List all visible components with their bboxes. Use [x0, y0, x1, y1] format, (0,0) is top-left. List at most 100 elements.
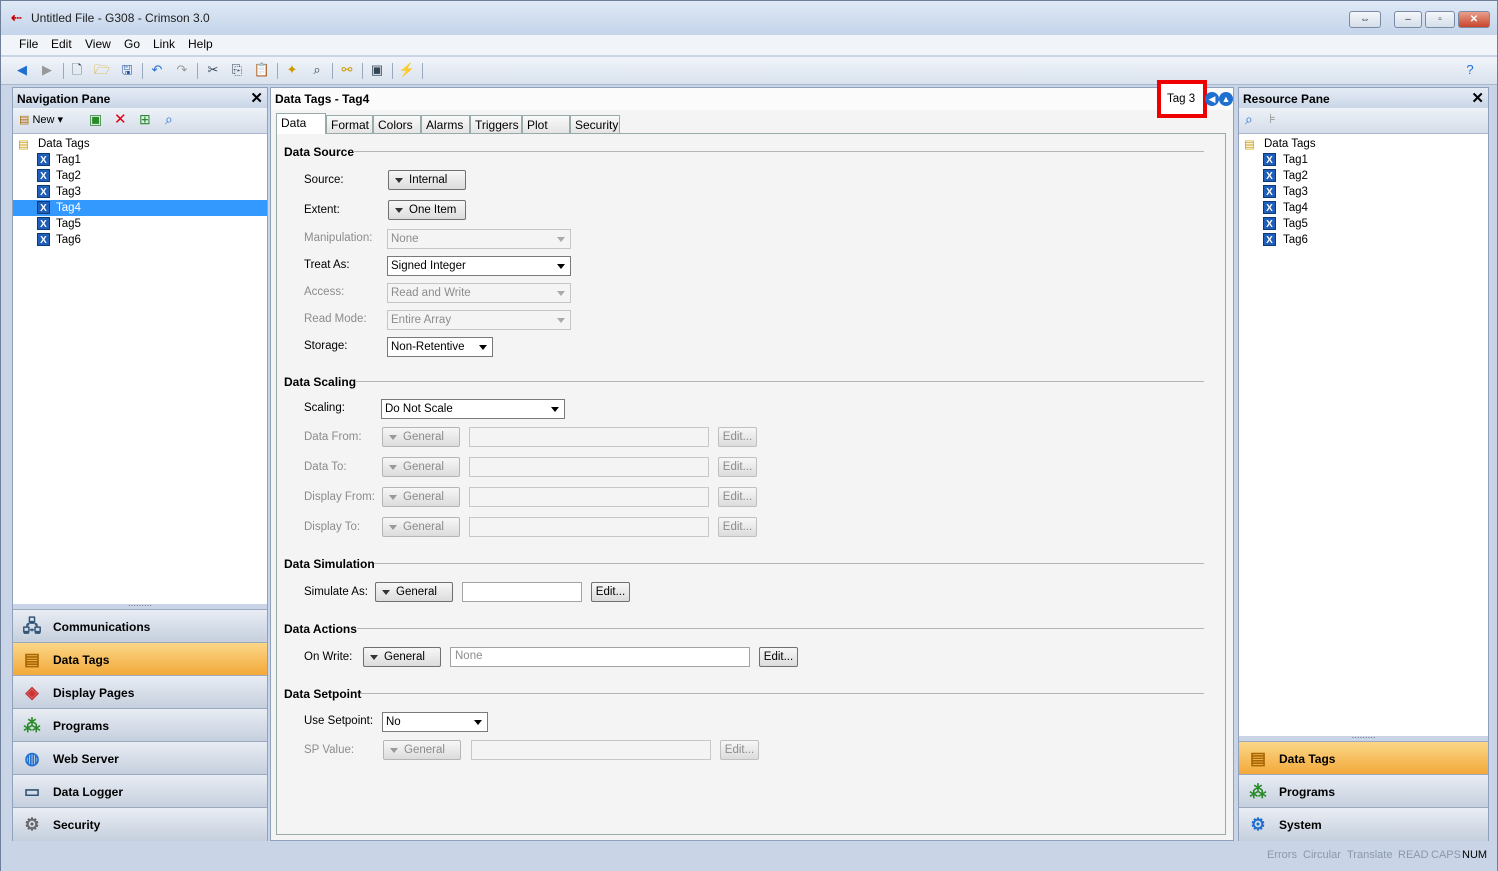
simulate-as-edit-button[interactable]: Edit... [591, 582, 630, 602]
storage-select[interactable]: Non-Retentive [387, 337, 493, 357]
search-icon[interactable]: ⌕ [165, 111, 173, 128]
tab-security[interactable]: Security [570, 115, 620, 133]
new-button[interactable]: ▤ New ▾ [19, 113, 63, 126]
undo-icon[interactable]: ↶ [148, 61, 166, 79]
restore-layout-button[interactable]: ⇔ [1349, 11, 1381, 28]
data-to-dropdown[interactable]: General [382, 457, 460, 477]
open-folder-icon[interactable]: 🗁 [93, 61, 111, 79]
scaling-select[interactable]: Do Not Scale [381, 399, 565, 419]
display-to-input[interactable] [469, 517, 709, 537]
nav-button-security[interactable]: ⚙ Security [13, 807, 267, 841]
tree-item-tag2[interactable]: X Tag2 [1239, 168, 1488, 184]
data-from-input[interactable] [469, 427, 709, 447]
cut-icon[interactable]: ✂ [204, 61, 222, 79]
delete-icon[interactable]: ✕ [114, 110, 127, 128]
nav-button-web-server[interactable]: ◍ Web Server [13, 741, 267, 774]
tree-item-tag1[interactable]: X Tag1 [1239, 152, 1488, 168]
tree-root-data-tags[interactable]: ▤ Data Tags [13, 136, 267, 152]
tab-format[interactable]: Format [326, 115, 373, 133]
tree-root-data-tags[interactable]: ▤ Data Tags [1239, 136, 1488, 152]
menu-help[interactable]: Help [188, 37, 213, 51]
tab-triggers[interactable]: Triggers [470, 115, 522, 133]
treat-as-select[interactable]: Signed Integer [387, 256, 571, 276]
help-icon[interactable]: ? [1461, 61, 1479, 79]
sp-value-edit-button[interactable]: Edit... [720, 740, 759, 760]
find-icon[interactable]: ⌕ [308, 61, 326, 79]
tree-item-tag3[interactable]: X Tag3 [13, 184, 267, 200]
tab-plot[interactable]: Plot [522, 115, 570, 133]
minimize-button[interactable]: ‒ [1394, 11, 1422, 28]
read-mode-select[interactable]: Entire Array [387, 310, 571, 330]
tab-alarms[interactable]: Alarms [421, 115, 470, 133]
source-dropdown[interactable]: Internal [388, 170, 466, 190]
title-bar: ⇠ Untitled File - G308 - Crimson 3.0 ⇔ ‒… [1, 1, 1497, 35]
data-to-edit-button[interactable]: Edit... [718, 457, 757, 477]
back-icon[interactable]: ◀ [13, 61, 31, 79]
data-from-dropdown[interactable]: General [382, 427, 460, 447]
paste-icon[interactable]: 📋 [253, 61, 271, 79]
resource-button-system[interactable]: ⚙ System [1239, 807, 1488, 841]
menu-link[interactable]: Link [153, 37, 175, 51]
wand-icon[interactable]: ⚡ [398, 61, 416, 79]
nav-button-communications[interactable]: 🖧 Communications [13, 609, 267, 642]
use-setpoint-select[interactable]: No [382, 712, 488, 732]
save-icon[interactable]: 🖫 [118, 61, 136, 79]
select-all-icon[interactable]: ✦ [283, 61, 301, 79]
close-button[interactable]: ✕ [1458, 11, 1490, 28]
access-select[interactable]: Read and Write [387, 283, 571, 303]
tab-data[interactable]: Data [276, 113, 326, 134]
previous-tag-label[interactable]: Tag 3 [1167, 93, 1195, 105]
tree-item-tag5[interactable]: X Tag5 [13, 216, 267, 232]
tree-item-tag4[interactable]: X Tag4 [13, 200, 267, 216]
tree-item-tag4[interactable]: X Tag4 [1239, 200, 1488, 216]
tree-view-icon[interactable]: ⊧ [1269, 111, 1276, 127]
menu-go[interactable]: Go [124, 37, 140, 51]
nav-button-data-tags[interactable]: ▤ Data Tags [13, 642, 267, 675]
sp-value-dropdown[interactable]: General [383, 740, 461, 760]
on-write-input[interactable]: None [450, 647, 750, 667]
on-write-dropdown[interactable]: General [363, 647, 441, 667]
display-from-input[interactable] [469, 487, 709, 507]
monitor-icon[interactable]: ▣ [368, 61, 386, 79]
tree-item-tag3[interactable]: X Tag3 [1239, 184, 1488, 200]
display-from-edit-button[interactable]: Edit... [718, 487, 757, 507]
import-icon[interactable]: ⊞ [139, 111, 151, 128]
simulate-as-input[interactable] [462, 582, 582, 602]
nav-button-programs[interactable]: ⁂ Programs [13, 708, 267, 741]
maximize-button[interactable]: ▫ [1425, 11, 1455, 28]
extent-dropdown[interactable]: One Item [388, 200, 466, 220]
close-icon[interactable]: ✕ [250, 89, 263, 107]
on-write-edit-button[interactable]: Edit... [759, 647, 798, 667]
tree-item-tag2[interactable]: X Tag2 [13, 168, 267, 184]
tree-item-tag1[interactable]: X Tag1 [13, 152, 267, 168]
search-icon[interactable]: ⌕ [1245, 111, 1253, 128]
nav-button-display-pages[interactable]: ◈ Display Pages [13, 675, 267, 708]
resource-button-data-tags[interactable]: ▤ Data Tags [1239, 741, 1488, 774]
nav-button-data-logger[interactable]: ▭ Data Logger [13, 774, 267, 807]
copy-icon[interactable]: ⎘ [228, 61, 246, 79]
display-to-dropdown[interactable]: General [382, 517, 460, 537]
new-file-icon[interactable]: 🗋 [68, 61, 86, 79]
menu-edit[interactable]: Edit [51, 37, 72, 51]
add-folder-icon[interactable]: ▣ [89, 111, 102, 128]
data-from-edit-button[interactable]: Edit... [718, 427, 757, 447]
tree-item-tag6[interactable]: X Tag6 [1239, 232, 1488, 248]
tab-colors[interactable]: Colors [373, 115, 421, 133]
display-to-edit-button[interactable]: Edit... [718, 517, 757, 537]
redo-icon[interactable]: ↷ [173, 61, 191, 79]
forward-icon[interactable]: ▶ [38, 61, 56, 79]
resource-button-programs[interactable]: ⁂ Programs [1239, 774, 1488, 807]
data-to-input[interactable] [469, 457, 709, 477]
simulate-as-dropdown[interactable]: General [375, 582, 453, 602]
menu-file[interactable]: File [19, 37, 38, 51]
menu-view[interactable]: View [85, 37, 111, 51]
sp-value-input[interactable] [471, 740, 711, 760]
manipulation-select[interactable]: None [387, 229, 571, 249]
tree-item-tag5[interactable]: X Tag5 [1239, 216, 1488, 232]
display-from-dropdown[interactable]: General [382, 487, 460, 507]
previous-arrow-icon[interactable]: ◀ [1205, 92, 1219, 106]
tree-item-tag6[interactable]: X Tag6 [13, 232, 267, 248]
link-icon[interactable]: ⚯ [338, 61, 356, 79]
close-icon[interactable]: ✕ [1471, 89, 1484, 107]
up-arrow-icon[interactable]: ▲ [1219, 92, 1233, 106]
